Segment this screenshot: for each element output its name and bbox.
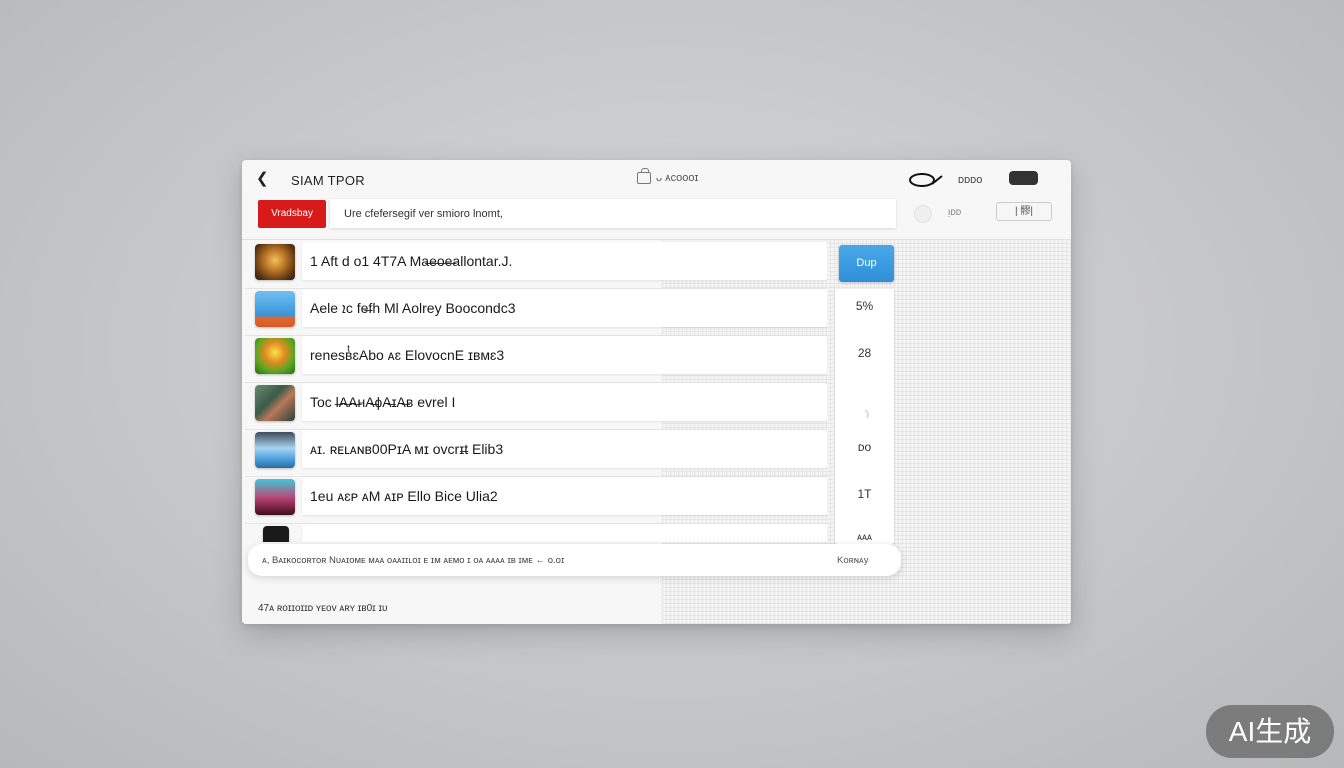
thumbnail-image	[255, 338, 295, 374]
dup-button[interactable]: Dup	[839, 245, 894, 282]
item-name: Aele ܐc fe̶fh Ml Aolrey Boocondc3	[310, 300, 516, 316]
status-text: ᴀ, Bᴀɪᴋᴏᴄᴏʀᴛᴏʀ Nᴜᴀɪᴏᴍᴇ ᴍᴀᴀ ᴏᴀᴀɪɪʟᴏɪ ᴇ ɪᴍ…	[262, 555, 565, 566]
list-card: 1eu ᴀɛᴘ ᴀM ᴀɪᴘ Ello Bice Ulia2	[302, 477, 827, 515]
status-bar[interactable]: ᴀ, Bᴀɪᴋᴏᴄᴏʀᴛᴏʀ Nᴜᴀɪᴏᴍᴇ ᴍᴀᴀ ᴏᴀᴀɪɪʟᴏɪ ᴇ ɪᴍ…	[248, 544, 901, 576]
list-card: renesʙͭɛAbo ᴀɛ ElovocnE ɪʙᴍɛ3	[302, 336, 827, 374]
thumbnail-image	[255, 385, 295, 421]
item-name: Toc l̶A̶A̶ʜA̶ɸA̶ɪA̶ʙ evrel I	[310, 394, 456, 410]
item-list: 1 Aft d o1 4T7A Ma̶e̶o̶e̶allontar.J. Ael…	[245, 242, 827, 542]
toolbar-label: ᴉᴅᴅ	[948, 207, 962, 218]
toolbar-button[interactable]: | 髎|	[996, 202, 1052, 221]
list-item[interactable]: Toc l̶A̶A̶ʜA̶ɸA̶ɪA̶ʙ evrel I	[245, 383, 827, 430]
list-card: 1 Aft d o1 4T7A Ma̶e̶o̶e̶allontar.J.	[302, 242, 827, 280]
footer-text: 47ᴀ ʀᴏɪɪᴏɪɪᴅ ʏᴇᴏᴠ ᴀʀʏ ɪʙ0ɪ ɪᴜ	[258, 603, 388, 614]
side-value: ᴅᴏ	[857, 440, 872, 454]
list-item[interactable]: 1 Aft d o1 4T7A Ma̶e̶o̶e̶allontar.J.	[245, 242, 827, 289]
list-card: Aele ܐc fe̶fh Ml Aolrey Boocondc3	[302, 289, 827, 327]
side-value: ᴀᴀᴀ	[857, 532, 872, 543]
thumbnail-image	[255, 432, 295, 468]
status-right-label[interactable]: Kᴏʀɴᴀy	[837, 555, 868, 566]
circle-button[interactable]	[914, 205, 932, 223]
list-item[interactable]: ᴀɪ. ʀᴇʟᴀɴʙ00PɪA ᴍɪ ovcrɪ̶t Elib3	[245, 430, 827, 477]
thumbnail-image	[255, 479, 295, 515]
thumbnail-image	[255, 291, 295, 327]
list-item[interactable]: renesʙͭɛAbo ᴀɛ ElovocnE ɪʙᴍɛ3	[245, 336, 827, 383]
item-name: ᴀɪ. ʀᴇʟᴀɴʙ00PɪA ᴍɪ ovcrɪ̶t Elib3	[310, 441, 504, 457]
primary-red-button[interactable]: Vradsbay	[258, 200, 326, 228]
bag-icon	[637, 168, 651, 184]
top-label: ᴅᴅᴅᴏ	[958, 174, 983, 186]
side-value: 5%	[855, 299, 874, 313]
app-window: ❮ SIAM TPOR ᴗ ᴀᴄᴏᴏᴏɪ ᴅᴅᴅᴏ Vradsbay ᴉᴅᴅ |…	[242, 160, 1071, 624]
thumbnail-image	[255, 244, 295, 280]
center-title-text: ᴗ ᴀᴄᴏᴏᴏɪ	[656, 172, 699, 184]
toggle-switch[interactable]	[1009, 171, 1038, 185]
ai-generated-badge: AI生成	[1206, 705, 1334, 758]
thumbnail-image	[263, 526, 289, 542]
list-card	[302, 524, 827, 542]
side-value: 28	[857, 346, 872, 360]
address-input[interactable]	[330, 199, 896, 228]
item-name: 1eu ᴀɛᴘ ᴀM ᴀɪᴘ Ello Bice Ulia2	[310, 488, 498, 504]
list-item[interactable]: 1eu ᴀɛᴘ ᴀM ᴀɪᴘ Ello Bice Ulia2	[245, 477, 827, 524]
title-bar: ❮ SIAM TPOR ᴗ ᴀᴄᴏᴏᴏɪ ᴅᴅᴅᴏ	[242, 160, 1071, 198]
item-name: renesʙͭɛAbo ᴀɛ ElovocnE ɪʙᴍɛ3	[310, 347, 505, 363]
center-title: ᴗ ᴀᴄᴏᴏᴏɪ	[637, 168, 699, 184]
side-value: 1T	[857, 487, 872, 501]
list-item[interactable]: Aele ܐc fe̶fh Ml Aolrey Boocondc3	[245, 289, 827, 336]
search-icon[interactable]	[908, 171, 944, 189]
list-card: Toc l̶A̶A̶ʜA̶ɸA̶ɪA̶ʙ evrel I	[302, 383, 827, 421]
back-button[interactable]: ❮	[256, 170, 272, 188]
toolbar: Vradsbay ᴉᴅᴅ | 髎|	[242, 198, 1071, 240]
list-card: ᴀɪ. ʀᴇʟᴀɴʙ00PɪA ᴍɪ ovcrɪ̶t Elib3	[302, 430, 827, 468]
pointer-icon	[864, 410, 870, 419]
app-title: SIAM TPOR	[291, 173, 365, 188]
list-item[interactable]	[245, 524, 827, 542]
item-name: 1 Aft d o1 4T7A Ma̶e̶o̶e̶allontar.J.	[310, 253, 513, 269]
